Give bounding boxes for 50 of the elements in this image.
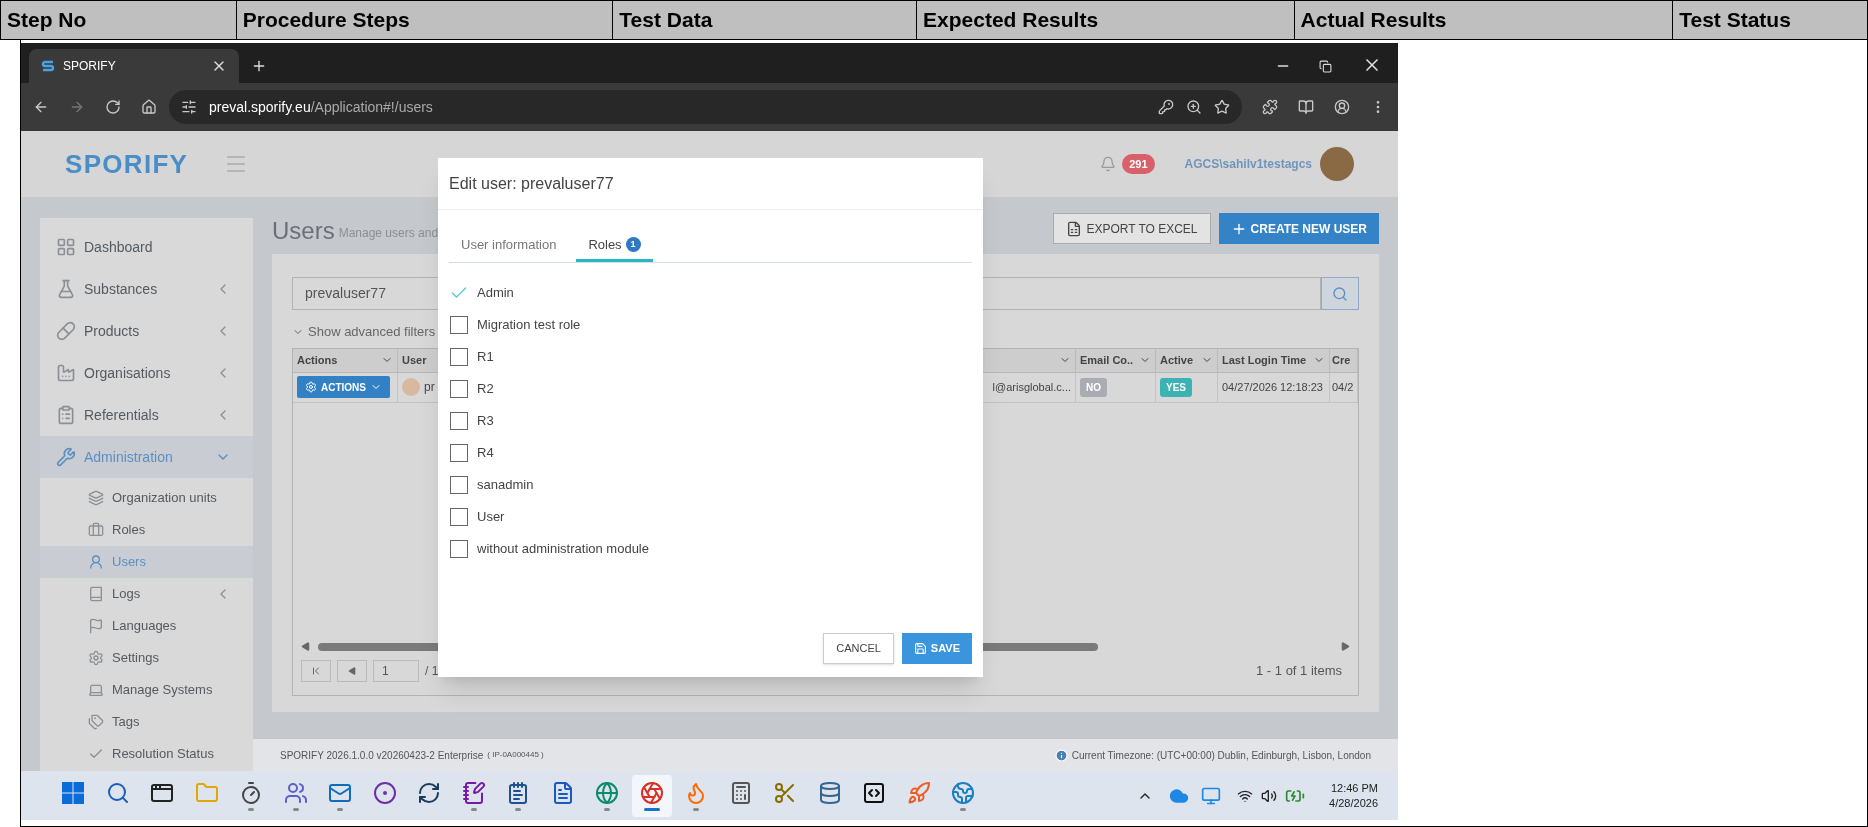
item-label: Dashboard: [84, 237, 154, 257]
dialog-title: Edit user: prevaluser77: [449, 173, 614, 194]
item-label: Tags: [112, 713, 141, 732]
role-label: R3: [477, 412, 494, 431]
item-label: Products: [84, 321, 141, 341]
item-label: Settings: [112, 649, 160, 668]
item-label: Organization units: [112, 489, 218, 508]
ip-text: ( IP-0A000445 ): [487, 749, 544, 761]
role-label: without administration module: [477, 540, 649, 559]
status-badge: NO: [1080, 377, 1107, 397]
item-label: Referentials: [84, 405, 160, 425]
table-cell-text: 04/2: [1332, 379, 1354, 395]
role-label: Migration test role: [477, 316, 581, 335]
column-heading: Test Status: [1679, 7, 1791, 34]
role-label: R1: [477, 348, 494, 367]
url-host: preval.sporify.eu: [209, 97, 311, 117]
items-summary: 1 - 1 of 1 items: [1256, 661, 1342, 680]
notification-count: 291: [1122, 153, 1155, 175]
count-badge: 1: [625, 237, 641, 252]
status-badge: YES: [1160, 377, 1192, 397]
item-label: Resolution Status: [112, 745, 215, 764]
version-text: SPORIFY 2026.1.0.0 v20260423-2 Enterprise: [280, 748, 484, 763]
item-label: Roles: [112, 521, 147, 540]
role-label: sanadmin: [477, 476, 534, 495]
page-title: Users: [272, 219, 335, 243]
role-label: Admin: [477, 284, 514, 303]
item-label: Logs: [112, 585, 142, 604]
page-subtitle: Manage users and: [338, 225, 439, 242]
role-label: R4: [477, 444, 494, 463]
column-heading: Procedure Steps: [242, 7, 410, 34]
item-label: Substances: [84, 279, 159, 299]
item-label: Administration: [84, 447, 174, 467]
table-cell-text: 04/27/2026 12:18:23: [1222, 379, 1323, 395]
table-cell-text: l@arisglobal.c...: [992, 379, 1071, 395]
column-heading: Step No: [7, 7, 87, 34]
column-heading: Actual Results: [1300, 7, 1447, 34]
item-label: Languages: [112, 617, 178, 636]
page-count: / 1: [425, 662, 439, 680]
table-cell-text: pr: [424, 379, 435, 396]
item-label: Manage Systems: [112, 681, 214, 700]
column-heading: Expected Results: [923, 7, 1099, 34]
tab-title: SPORIFY: [63, 58, 117, 75]
item-label: Users: [112, 553, 147, 572]
url-path: /Application#!/users: [310, 97, 433, 117]
column-heading: Test Data: [619, 7, 713, 34]
role-label: User: [477, 508, 505, 527]
item-label: Organisations: [84, 363, 172, 383]
timezone-text: Current Timezone: (UTC+00:00) Dublin, Edinburgh, Lisbon, London: [1071, 748, 1371, 763]
logo: SPORIFY: [65, 147, 189, 181]
role-label: R2: [477, 380, 494, 399]
